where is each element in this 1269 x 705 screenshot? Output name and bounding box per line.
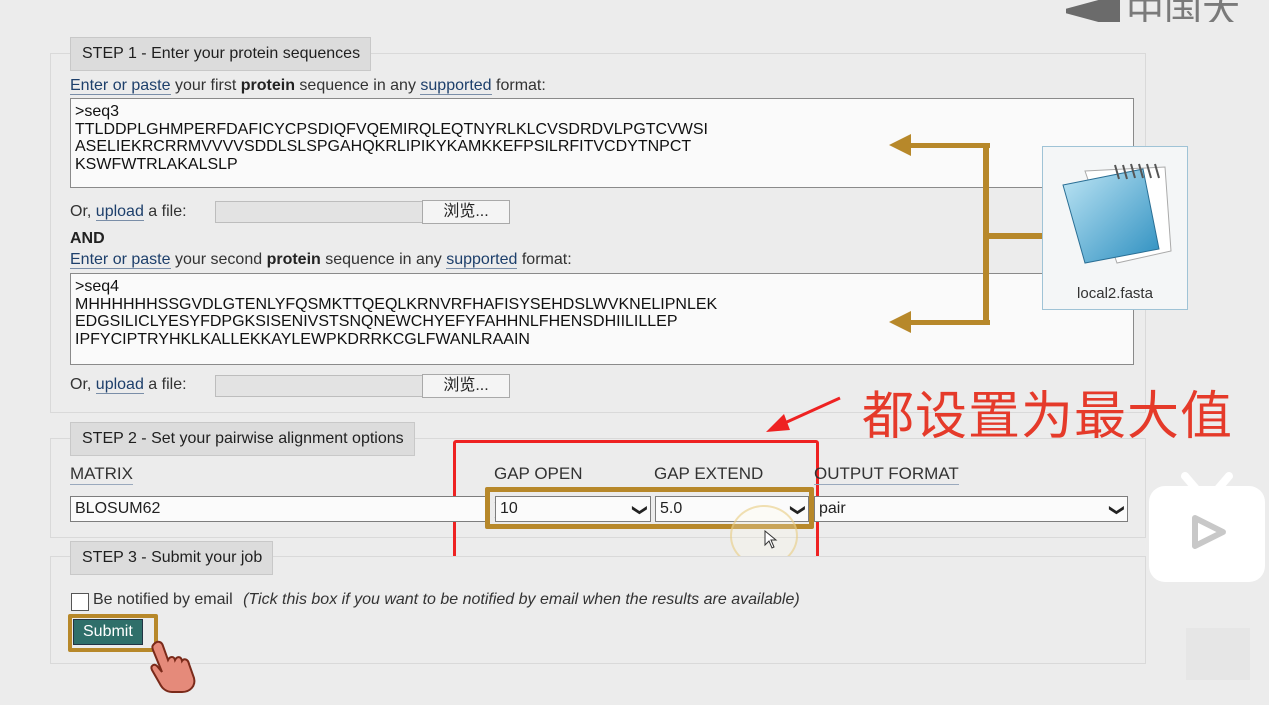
gap-open-header: GAP OPEN — [494, 464, 583, 483]
gap-extend-value: 5.0 — [660, 500, 683, 517]
second-sequence-textarea[interactable]: >seq4 MHHHHHHSSGVDLGTENLYFQSMKTTQEQLKRNV… — [70, 273, 1134, 365]
browse-button-2[interactable]: 浏览... — [422, 374, 510, 398]
notepad-file-icon — [1062, 163, 1172, 264]
upload-or-text-2: Or, — [70, 376, 92, 393]
browse-button-1[interactable]: 浏览... — [422, 200, 510, 224]
first-seq-intro: Enter or paste your first protein sequen… — [70, 77, 546, 95]
intro-text-3: format: — [496, 77, 546, 94]
upload-row-1: Or, upload a file: — [70, 203, 187, 221]
intro-text-2: sequence in any — [299, 77, 416, 94]
matrix-select[interactable]: BLOSUM62 ❯ — [70, 496, 505, 522]
chevron-down-icon: ❯ — [1108, 503, 1126, 517]
step3-label: STEP 3 - Submit your job — [70, 541, 274, 575]
watermark-logo: 中国大学 — [1064, 0, 1269, 22]
intro2-text-3: format: — [521, 251, 572, 268]
notify-hint: (Tick this box if you want to be notifie… — [243, 591, 800, 608]
hand-pointer-icon — [150, 640, 196, 693]
supported-link-1[interactable]: supported — [420, 77, 492, 95]
and-label: AND — [70, 230, 105, 247]
file-name: local2.fasta — [1077, 285, 1153, 302]
matrix-header: MATRIX — [70, 464, 133, 485]
enter-paste-link-1[interactable]: Enter or paste — [70, 77, 171, 95]
file-path-field-2[interactable] — [215, 375, 423, 397]
video-player-badge[interactable] — [1149, 472, 1265, 582]
intro2-text-1: your second — [174, 251, 263, 268]
step1-label: STEP 1 - Enter your protein sequences — [70, 37, 372, 71]
output-format-select[interactable]: pair ❯ — [814, 496, 1128, 522]
supported-link-2[interactable]: supported — [446, 251, 518, 269]
upload-row-2: Or, upload a file: — [70, 376, 187, 394]
intro-bold-1: protein — [240, 77, 295, 94]
arrowhead-left-icon — [889, 311, 911, 333]
upload-link-2[interactable]: upload — [95, 376, 144, 394]
upload-link-1[interactable]: upload — [95, 203, 144, 221]
file-tile: local2.fasta — [1042, 146, 1188, 310]
gap-open-select[interactable]: 10 ❯ — [495, 496, 651, 522]
upload-file-text: a file: — [148, 203, 187, 220]
gap-open-value: 10 — [500, 500, 518, 517]
enter-paste-link-2[interactable]: Enter or paste — [70, 251, 171, 269]
notify-label: Be notified by email — [93, 591, 233, 608]
arrowhead-left-icon — [889, 134, 911, 156]
gap-extend-header: GAP EXTEND — [654, 464, 764, 483]
notify-row: Be notified by email (Tick this box if y… — [93, 591, 800, 609]
upload-file-text-2: a file: — [148, 376, 187, 393]
intro2-text-2: sequence in any — [325, 251, 442, 268]
mouse-pointer-icon — [764, 530, 778, 549]
watermark-text: 中国大学 — [1126, 0, 1241, 22]
play-icon — [1155, 472, 1259, 574]
matrix-value: BLOSUM62 — [75, 500, 161, 517]
second-seq-intro: Enter or paste your second protein seque… — [70, 251, 572, 269]
submit-button[interactable]: Submit — [73, 619, 143, 645]
upload-or-text: Or, — [70, 203, 92, 220]
output-format-header: OUTPUT FORMAT — [814, 464, 959, 485]
red-arrow-icon — [766, 396, 841, 432]
watermark-block-icon — [1066, 0, 1120, 22]
file-path-field-1[interactable] — [215, 201, 423, 223]
email-checkbox[interactable] — [71, 593, 89, 611]
output-format-value: pair — [819, 500, 846, 517]
faint-corner-box — [1186, 628, 1250, 680]
intro-text-1: your first — [174, 77, 237, 94]
step2-label: STEP 2 - Set your pairwise alignment opt… — [70, 422, 415, 456]
intro2-bold: protein — [266, 251, 321, 268]
chevron-down-icon: ❯ — [631, 503, 649, 517]
